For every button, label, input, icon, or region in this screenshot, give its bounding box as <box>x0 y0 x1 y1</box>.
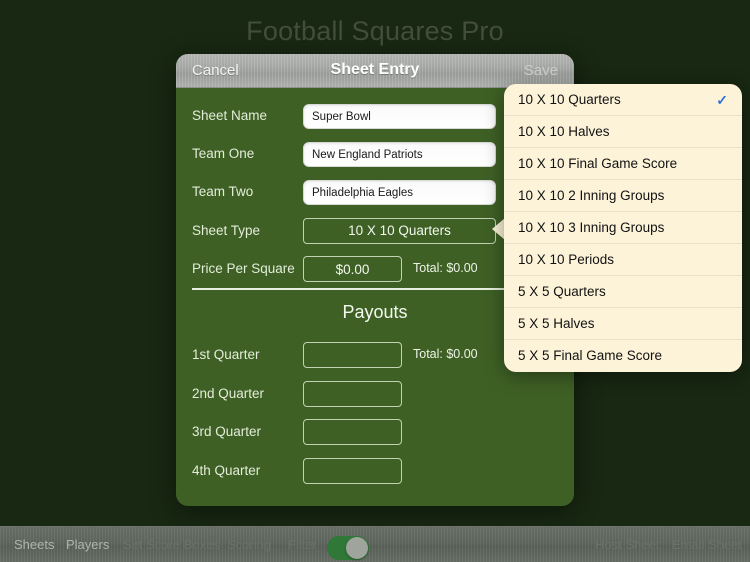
payout-3-input[interactable] <box>303 419 402 445</box>
payouts-total-label: Total: $0.00 <box>413 347 478 361</box>
form-row-payout-4: 4th Quarter <box>176 458 574 484</box>
popover-item-8-label: 5 X 5 Final Game Score <box>518 348 663 363</box>
sheet-name-label: Sheet Name <box>192 108 268 123</box>
popover-item-5-label: 10 X 10 Periods <box>518 252 615 267</box>
payout-1-label: 1st Quarter <box>192 347 260 362</box>
toolbar-item-scoring[interactable]: Scoring <box>227 537 271 552</box>
price-per-square-label: Price Per Square <box>192 261 295 276</box>
team-two-input[interactable] <box>303 180 496 205</box>
team-one-label: Team One <box>192 146 255 161</box>
popover-item-2[interactable]: 10 X 10 Final Game Score <box>504 148 742 180</box>
popover-item-8[interactable]: 5 X 5 Final Game Score <box>504 340 742 372</box>
form-row-payout-2: 2nd Quarter <box>176 381 574 407</box>
popover-item-7-label: 5 X 5 Halves <box>518 316 595 331</box>
modal-header-bar: Cancel Sheet Entry Save <box>176 54 574 88</box>
popover-item-4[interactable]: 10 X 10 3 Inning Groups <box>504 212 742 244</box>
form-row-payout-3: 3rd Quarter <box>176 419 574 445</box>
save-button[interactable]: Save <box>524 62 558 79</box>
bottom-toolbar: Sheets Players Set Score Boxes Scoring F… <box>0 526 750 562</box>
popover-item-4-label: 10 X 10 3 Inning Groups <box>518 220 665 235</box>
sheet-type-label: Sheet Type <box>192 223 261 238</box>
popover-item-3[interactable]: 10 X 10 2 Inning Groups <box>504 180 742 212</box>
app-root: Football Squares Pro Cancel Sheet Entry … <box>0 0 750 562</box>
popover-item-7[interactable]: 5 X 5 Halves <box>504 308 742 340</box>
payout-2-label: 2nd Quarter <box>192 386 265 401</box>
toolbar-item-players[interactable]: Players <box>66 537 109 552</box>
payout-1-input[interactable] <box>303 342 402 368</box>
popover-item-2-label: 10 X 10 Final Game Score <box>518 156 678 171</box>
popover-item-6[interactable]: 5 X 5 Quarters <box>504 276 742 308</box>
sheet-type-popover: 10 X 10 Quarters ✓ 10 X 10 Halves 10 X 1… <box>504 84 742 372</box>
section-divider <box>192 288 522 290</box>
sheet-name-input[interactable] <box>303 104 496 129</box>
filter-toggle-switch[interactable] <box>327 536 369 560</box>
toolbar-item-filter[interactable]: Filter <box>288 537 317 552</box>
popover-item-5[interactable]: 10 X 10 Periods <box>504 244 742 276</box>
payout-4-label: 4th Quarter <box>192 463 261 478</box>
toolbar-item-email-sheet[interactable]: Email Sheet <box>672 537 742 552</box>
payout-4-input[interactable] <box>303 458 402 484</box>
team-one-input[interactable] <box>303 142 496 167</box>
filter-toggle-knob <box>346 537 368 559</box>
payout-2-input[interactable] <box>303 381 402 407</box>
popover-item-0-label: 10 X 10 Quarters <box>518 92 621 107</box>
payout-3-label: 3rd Quarter <box>192 424 262 439</box>
modal-title: Sheet Entry <box>330 61 420 78</box>
sheet-type-dropdown-button[interactable]: 10 X 10 Quarters <box>303 218 496 244</box>
popover-item-3-label: 10 X 10 2 Inning Groups <box>518 188 665 203</box>
popover-item-1[interactable]: 10 X 10 Halves <box>504 116 742 148</box>
popover-item-0[interactable]: 10 X 10 Quarters ✓ <box>504 84 742 116</box>
team-two-label: Team Two <box>192 184 254 199</box>
toolbar-item-set-score-boxes[interactable]: Set Score Boxes <box>123 537 220 552</box>
price-total-label: Total: $0.00 <box>413 261 478 275</box>
popover-item-6-label: 5 X 5 Quarters <box>518 284 606 299</box>
popover-item-1-label: 10 X 10 Halves <box>518 124 610 139</box>
price-per-square-input[interactable] <box>303 256 402 282</box>
checkmark-icon: ✓ <box>716 92 728 108</box>
toolbar-item-host-sheet[interactable]: Host Sheet <box>595 537 659 552</box>
toolbar-item-sheets[interactable]: Sheets <box>14 537 54 552</box>
